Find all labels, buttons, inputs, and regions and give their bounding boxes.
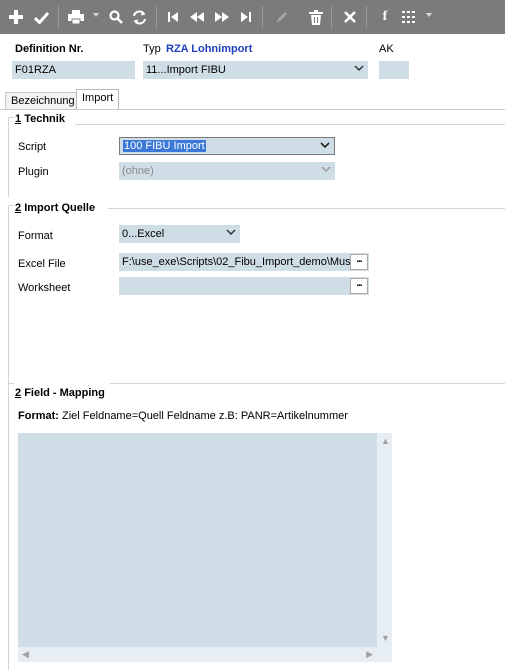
section-mapping-text: Field - Mapping [24,387,105,399]
toolbar-divider [262,6,263,28]
grid-dropdown-icon[interactable] [426,13,432,17]
horizontal-scrollbar[interactable]: ◀ ▶ [18,647,392,662]
worksheet-field[interactable]: ... [119,277,369,295]
section-technik-title: 1 Technik [15,113,65,125]
toolbar-divider [156,6,157,28]
definition-label: Definition Nr. [15,43,84,55]
scroll-right-icon[interactable]: ▶ [366,650,373,659]
excel-file-label: Excel File [18,258,66,270]
excel-file-field[interactable]: F:\use_exe\Scripts\02_Fibu_Import_demo\M… [119,253,369,271]
ellipsis-icon: ... [356,254,362,265]
scroll-up-icon[interactable]: ▲ [381,437,390,446]
section-technik-text: Technik [24,113,65,125]
plugin-select[interactable]: (ohne) [119,162,335,180]
section-technik-line [75,124,505,125]
section-mapping-num: 2 [15,387,22,399]
excel-file-value: F:\use_exe\Scripts\02_Fibu_Import_demo\M… [122,256,354,268]
close-icon[interactable] [340,7,360,27]
format-value: 0...Excel [122,228,165,240]
add-icon[interactable] [6,7,26,27]
tab-bezeichnung[interactable]: Bezeichnung [5,92,81,110]
refresh-icon[interactable] [129,7,149,27]
toolbar-divider [366,6,367,28]
section-quelle-border [8,205,9,383]
section-technik-border [8,117,9,197]
section-technik-num: 1 [15,113,22,125]
mapping-format-text: Ziel Feldname=Quell Feldname z.B: PANR=A… [62,410,348,422]
print-icon[interactable] [66,7,86,27]
worksheet-label: Worksheet [18,282,71,294]
section-mapping-line [110,383,505,384]
edit-icon[interactable] [272,7,292,27]
plugin-value: (ohne) [122,165,154,177]
section-mapping-title: 2 Field - Mapping [15,387,105,399]
print-dropdown-icon[interactable] [93,13,99,17]
typ-label: Typ [143,43,161,55]
ellipsis-icon: ... [356,278,362,289]
mapping-textarea[interactable]: ▲ ▼ ◀ ▶ [18,433,392,662]
tab-import[interactable]: Import [76,89,120,110]
facebook-icon[interactable]: f [375,7,395,27]
scroll-corner [377,647,392,662]
toolbar-divider [331,6,332,28]
last-record-icon[interactable] [236,7,256,27]
previous-record-icon[interactable] [187,7,207,27]
tab-divider [0,109,505,110]
first-record-icon[interactable] [163,7,183,27]
script-select[interactable]: 100 FIBU Import [119,137,335,155]
mapping-format-hint: Format: Ziel Feldname=Quell Feldname z.B… [18,410,348,422]
plugin-label: Plugin [18,166,49,178]
search-icon[interactable] [106,7,126,27]
definition-value: F01RZA [15,64,56,76]
section-quelle-corner [8,205,14,206]
delete-icon[interactable] [306,7,326,27]
definition-field[interactable]: F01RZA [12,61,135,79]
section-quelle-num: 2 [15,202,22,214]
chevron-down-icon [321,166,331,173]
mapping-format-prefix: Format: [18,410,59,422]
script-label: Script [18,141,47,153]
excel-file-browse-button[interactable]: ... [350,254,368,270]
facebook-letter: f [382,9,388,24]
typ-value: 11...Import FIBU [146,64,226,76]
check-icon[interactable] [31,7,51,27]
scroll-left-icon[interactable]: ◀ [22,650,29,659]
section-technik-corner [8,117,14,118]
chevron-down-icon [320,142,330,149]
worksheet-browse-button[interactable]: ... [350,278,368,294]
typ-select[interactable]: 11...Import FIBU [143,61,368,79]
vertical-scrollbar[interactable]: ▲ ▼ [377,433,392,647]
next-record-icon[interactable] [212,7,232,27]
grid-icon[interactable] [399,7,419,27]
tab-bezeichnung-label: Bezeichnung [11,95,75,107]
format-select[interactable]: 0...Excel [119,225,240,243]
scroll-down-icon[interactable]: ▼ [381,634,390,643]
chevron-down-icon [226,229,236,236]
toolbar-divider [58,6,59,28]
ak-label: AK [379,43,394,55]
chevron-down-icon [354,65,364,72]
toolbar: f [0,0,505,34]
script-value: 100 FIBU Import [123,140,206,152]
tab-import-label: Import [82,92,114,104]
section-quelle-title: 2 Import Quelle [15,202,95,214]
section-quelle-text: Import Quelle [24,202,96,214]
section-quelle-line [108,208,505,209]
ak-field[interactable] [379,61,409,79]
section-mapping-border [8,383,9,670]
typ-name: RZA Lohnimport [166,43,253,55]
format-label: Format [18,230,53,242]
